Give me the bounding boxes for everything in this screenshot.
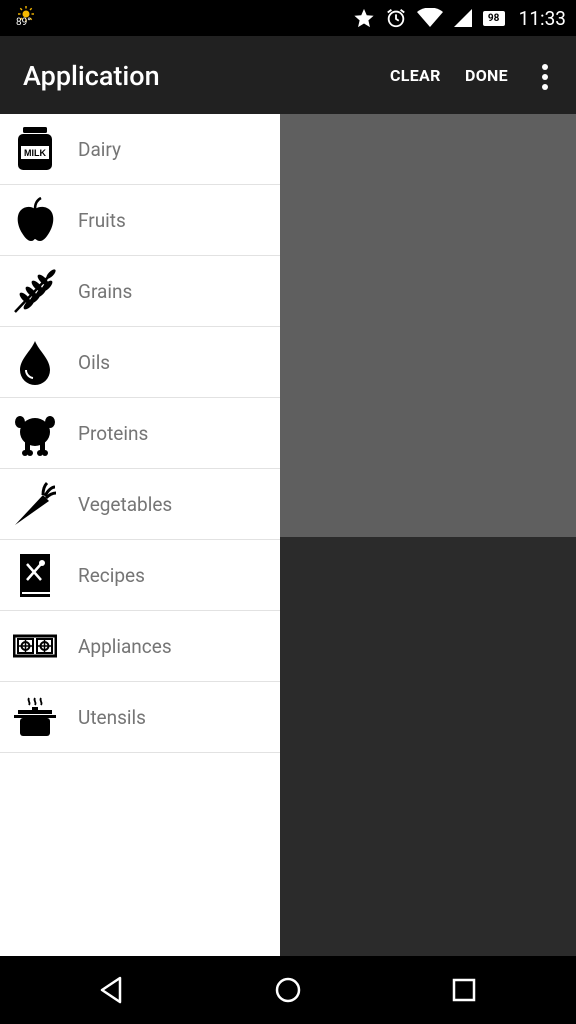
navigation-bar bbox=[0, 956, 576, 1024]
drawer-item-appliances[interactable]: Appliances bbox=[0, 611, 280, 682]
apple-icon bbox=[17, 197, 54, 241]
clear-button[interactable]: CLEAR bbox=[390, 66, 441, 85]
app-bar: Application CLEAR DONE bbox=[0, 36, 576, 114]
home-icon[interactable] bbox=[272, 974, 304, 1006]
drop-icon bbox=[20, 341, 50, 385]
wheat-icon bbox=[14, 269, 56, 313]
drawer-item-label: Utensils bbox=[78, 706, 146, 729]
battery-level: 98 bbox=[487, 12, 500, 24]
pot-icon bbox=[14, 697, 56, 736]
drawer-item-label: Fruits bbox=[78, 209, 126, 232]
drawer-item-label: Proteins bbox=[78, 422, 149, 445]
drawer-item-label: Recipes bbox=[78, 564, 145, 587]
drawer-item-proteins[interactable]: Proteins bbox=[0, 398, 280, 469]
drawer-item-label: Grains bbox=[78, 280, 133, 303]
clock-text: 11:33 bbox=[518, 6, 566, 30]
drawer-item-vegetables[interactable]: Vegetables bbox=[0, 469, 280, 540]
drawer-item-dairy[interactable]: MILK Dairy bbox=[0, 114, 280, 185]
back-icon[interactable] bbox=[96, 974, 128, 1006]
carrot-icon bbox=[15, 481, 57, 525]
wifi-icon bbox=[416, 8, 443, 27]
temperature-text: 89° bbox=[16, 17, 31, 28]
app-title: Application bbox=[23, 60, 160, 92]
drawer-item-grains[interactable]: Grains bbox=[0, 256, 280, 327]
drawer-item-utensils[interactable]: Utensils bbox=[0, 682, 280, 753]
drawer-item-label: Vegetables bbox=[78, 493, 173, 516]
done-button[interactable]: DONE bbox=[465, 66, 508, 85]
drawer-item-oils[interactable]: Oils bbox=[0, 327, 280, 398]
status-icons: 98 11:33 bbox=[353, 0, 566, 36]
star-icon bbox=[354, 8, 374, 28]
alarm-icon bbox=[386, 9, 405, 28]
battery-icon: 98 bbox=[482, 10, 505, 26]
drawer-item-recipes[interactable]: Recipes bbox=[0, 540, 280, 611]
drawer-item-label: Oils bbox=[78, 351, 111, 374]
milk-icon: MILK bbox=[18, 127, 52, 170]
recents-icon[interactable] bbox=[448, 974, 480, 1006]
content-bottom-panel bbox=[280, 537, 576, 956]
drawer-item-label: Appliances bbox=[78, 635, 172, 658]
recipe-book-icon bbox=[20, 554, 50, 597]
signal-icon bbox=[453, 9, 472, 27]
status-bar: 89° 98 11:33 bbox=[0, 0, 576, 36]
drawer-item-fruits[interactable]: Fruits bbox=[0, 185, 280, 256]
chicken-icon bbox=[15, 416, 55, 456]
drawer-item-label: Dairy bbox=[78, 138, 122, 161]
content-top-panel bbox=[280, 114, 576, 537]
more-vert-icon[interactable] bbox=[536, 62, 554, 92]
svg-text:MILK: MILK bbox=[24, 148, 46, 158]
stove-icon bbox=[13, 634, 57, 658]
category-drawer: MILK Dairy Fruits Grains Oils Proteins V… bbox=[0, 114, 280, 956]
